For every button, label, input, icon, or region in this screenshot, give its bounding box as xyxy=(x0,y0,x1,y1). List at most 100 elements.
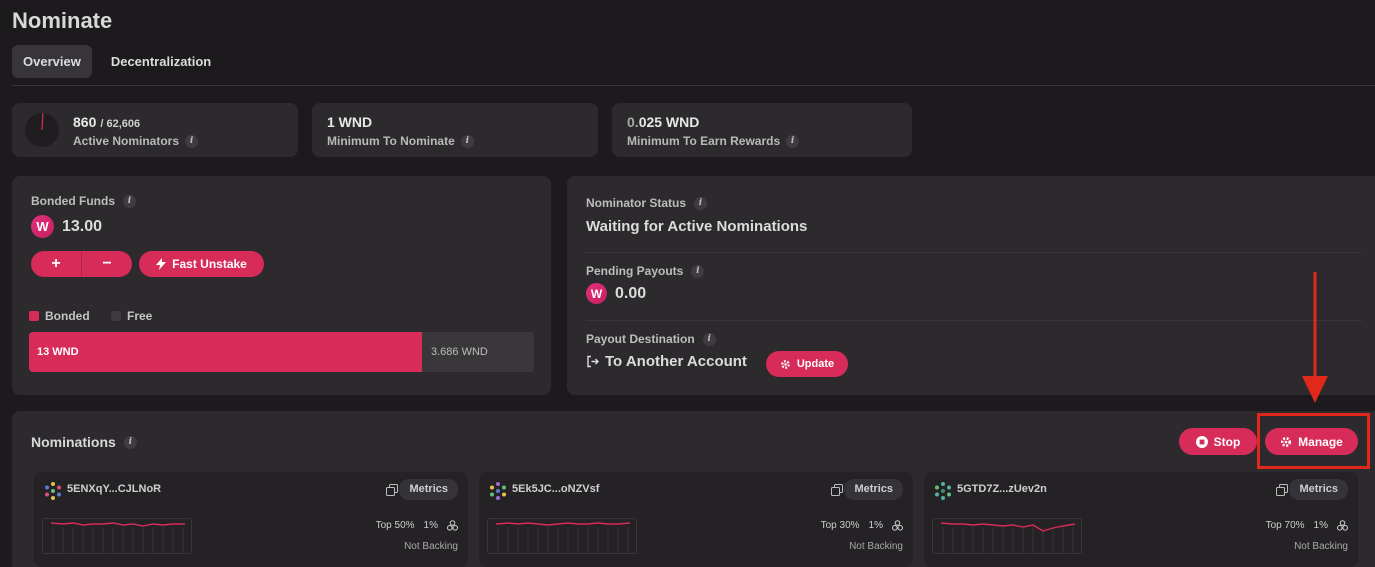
info-icon[interactable]: i xyxy=(694,196,708,210)
min-rewards-label-row: Minimum To Earn Rewards i xyxy=(627,134,800,148)
active-nominators-count: 860 xyxy=(73,114,97,130)
highlight-box xyxy=(1257,413,1370,469)
nominator-status-label-row: Nominator Status i xyxy=(586,196,708,210)
payout-destination-label-row: Payout Destination i xyxy=(586,332,716,346)
rank-label: Top 30% xyxy=(820,520,860,531)
bonded-funds-amount: 13.00 xyxy=(62,217,103,235)
metrics-button[interactable]: Metrics xyxy=(1289,479,1348,500)
era-points-sparkline xyxy=(487,518,637,554)
nominations-title-row: Nominations i xyxy=(31,434,137,450)
payout-destination-row: To Another Account xyxy=(586,353,747,370)
nomination-card: 5ENXqY...CJLNoR Metrics Top 50% 1% Not B… xyxy=(34,472,468,567)
active-nominators-value: 860/ 62,606 xyxy=(73,114,140,130)
min-nominate-label-row: Minimum To Nominate i xyxy=(327,134,474,148)
min-nominate-value: 1 WND xyxy=(327,114,373,130)
info-icon[interactable]: i xyxy=(123,435,137,449)
backing-status: Not Backing xyxy=(404,541,458,552)
era-points-sparkline xyxy=(42,518,192,554)
fast-unstake-button[interactable]: Fast Unstake xyxy=(139,251,264,277)
identicon xyxy=(490,482,506,500)
min-rewards-value: 0.025 WND xyxy=(627,114,699,130)
bonded-bar-text: 13 WND xyxy=(37,346,79,358)
bonded-funds-amount-row: W 13.00 xyxy=(31,215,102,238)
stop-label: Stop xyxy=(1213,434,1241,449)
tab-bar: Overview Decentralization xyxy=(12,45,222,78)
metrics-button[interactable]: Metrics xyxy=(844,479,903,500)
nominations-title: Nominations xyxy=(31,434,116,450)
pending-payouts-value: 0.00 xyxy=(615,284,647,302)
rank-label: Top 50% xyxy=(375,520,415,531)
bonded-funds-label: Bonded Funds xyxy=(31,194,115,208)
pending-payouts-label: Pending Payouts xyxy=(586,264,684,278)
active-nominators-label: Active Nominators xyxy=(73,134,180,148)
info-icon[interactable]: i xyxy=(786,134,800,148)
nomination-card: 5Ek5JC...oNZVsf Metrics Top 30% 1% Not B… xyxy=(479,472,913,567)
bond-adjust-group: + − xyxy=(31,251,132,277)
legend-bonded-swatch xyxy=(29,311,39,321)
legend-free: Free xyxy=(111,309,152,323)
validator-rank: Top 30% 1% xyxy=(821,520,903,531)
metrics-button[interactable]: Metrics xyxy=(399,479,458,500)
min-rewards-label: Minimum To Earn Rewards xyxy=(627,134,781,148)
payout-destination-value: To Another Account xyxy=(605,353,747,370)
legend-bonded: Bonded xyxy=(29,309,90,323)
copy-icon[interactable] xyxy=(1276,484,1288,496)
active-nominators-pie xyxy=(25,112,59,147)
nominators-icon xyxy=(1337,520,1348,531)
stop-nominating-button[interactable]: Stop xyxy=(1179,428,1257,455)
copy-icon[interactable] xyxy=(831,484,843,496)
copy-icon[interactable] xyxy=(386,484,398,496)
legend-free-swatch xyxy=(111,311,121,321)
validator-address: 5Ek5JC...oNZVsf xyxy=(512,483,600,495)
validator-rank: Top 50% 1% xyxy=(376,520,458,531)
fast-unstake-label: Fast Unstake xyxy=(172,257,247,271)
info-icon[interactable]: i xyxy=(460,134,474,148)
bonded-funds-label-row: Bonded Funds i xyxy=(31,194,136,208)
info-icon[interactable]: i xyxy=(185,134,199,148)
nominators-icon xyxy=(447,520,458,531)
legend-free-label: Free xyxy=(127,309,153,323)
payout-destination-label: Payout Destination xyxy=(586,332,695,346)
identicon xyxy=(45,482,61,500)
active-nominators-total: / 62,606 xyxy=(100,118,141,130)
bonded-free-bar: 13 WND 3.686 WND xyxy=(29,332,534,372)
stop-icon xyxy=(1195,435,1208,448)
legend-bonded-label: Bonded xyxy=(45,309,90,323)
tab-decentralization[interactable]: Decentralization xyxy=(100,45,222,78)
pending-payouts-label-row: Pending Payouts i xyxy=(586,264,705,278)
info-icon[interactable]: i xyxy=(123,194,136,208)
bolt-icon xyxy=(156,258,167,270)
tab-overview[interactable]: Overview xyxy=(12,45,92,78)
nomination-card: 5GTD7Z...zUev2n Metrics Top 70% 1% Not B… xyxy=(924,472,1358,567)
validator-rank: Top 70% 1% xyxy=(1266,520,1348,531)
bonded-bar-fill: 13 WND xyxy=(29,332,422,372)
min-nominate-label: Minimum To Nominate xyxy=(327,134,455,148)
status-divider xyxy=(586,320,1362,321)
update-payee-button[interactable]: Update xyxy=(766,351,848,377)
free-bar-text: 3.686 WND xyxy=(431,346,488,358)
nominators-icon xyxy=(892,520,903,531)
min-rewards-stat: 0.025 WND Minimum To Earn Rewards i xyxy=(612,103,912,157)
min-nominate-stat: 1 WND Minimum To Nominate i xyxy=(312,103,598,157)
update-label: Update xyxy=(796,358,835,370)
validator-address: 5ENXqY...CJLNoR xyxy=(67,483,162,495)
unbond-button[interactable]: − xyxy=(82,251,132,277)
active-nominators-label-row: Active Nominators i xyxy=(73,134,199,148)
rank-label: Top 70% xyxy=(1265,520,1305,531)
status-divider xyxy=(586,252,1362,253)
min-rewards-value-prefix: 0. xyxy=(627,114,639,130)
gear-icon xyxy=(781,359,790,369)
bond-more-button[interactable]: + xyxy=(31,251,82,277)
highlight-arrow xyxy=(1302,272,1328,403)
logout-icon xyxy=(587,355,599,368)
info-icon[interactable]: i xyxy=(702,332,716,346)
commission-label: 1% xyxy=(423,520,438,531)
pending-payouts-row: W 0.00 xyxy=(586,283,646,304)
commission-label: 1% xyxy=(1313,520,1328,531)
info-icon[interactable]: i xyxy=(691,264,705,278)
header-divider xyxy=(12,85,1375,86)
westend-token-icon: W xyxy=(31,215,54,238)
nominator-status-label: Nominator Status xyxy=(586,196,687,210)
active-nominators-stat: 860/ 62,606 Active Nominators i xyxy=(12,103,298,157)
commission-label: 1% xyxy=(868,520,883,531)
